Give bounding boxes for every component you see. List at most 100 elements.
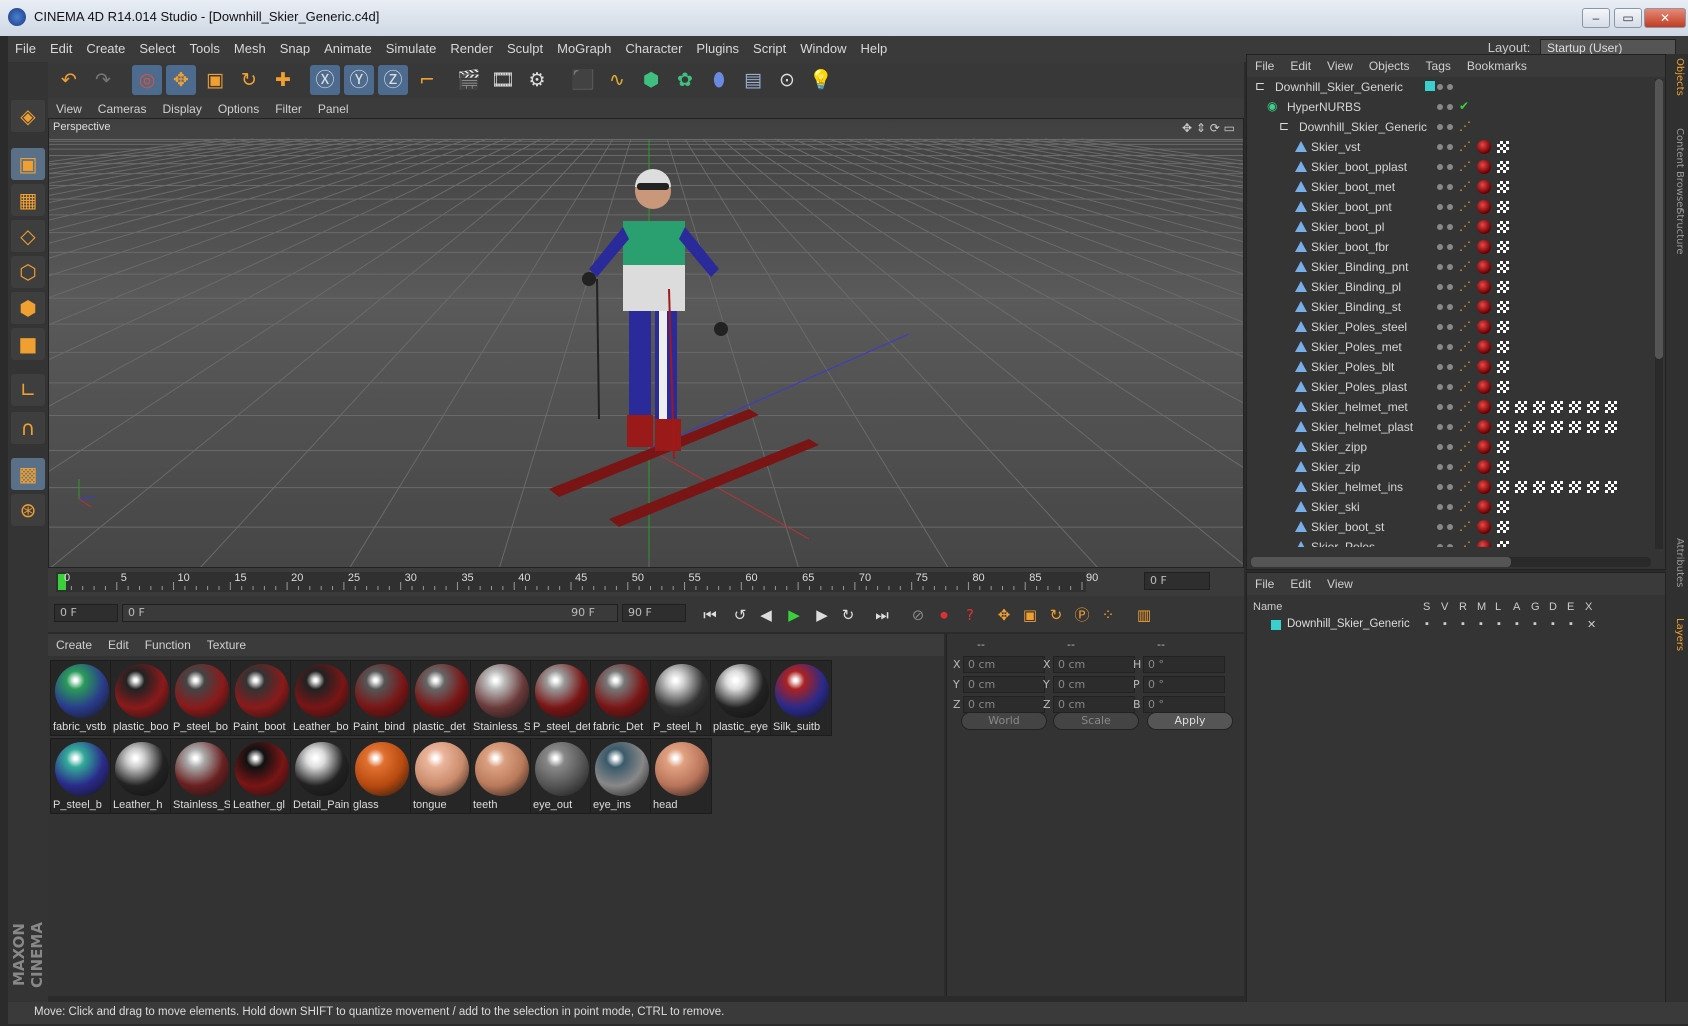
key-rotation-icon[interactable]: ↻ — [1044, 603, 1068, 627]
texture-tag-icon[interactable] — [1533, 481, 1545, 493]
texture-tag-icon[interactable] — [1515, 421, 1527, 433]
keyframe-selection-icon[interactable]: ? — [958, 603, 982, 627]
texture-tag-icon[interactable] — [1569, 421, 1581, 433]
object-row[interactable]: Skier_helmet_ins ⋰ — [1247, 477, 1657, 497]
material-swatch[interactable]: plastic_boo — [110, 660, 172, 736]
material-swatch[interactable]: fabric_Det — [590, 660, 652, 736]
texture-tag-icon[interactable] — [1497, 341, 1509, 353]
visibility-dot[interactable] — [1437, 104, 1443, 110]
material-swatch[interactable]: P_steel_bo — [170, 660, 232, 736]
goto-end-icon[interactable]: ⏭ — [870, 603, 894, 627]
visibility-dot[interactable] — [1437, 524, 1443, 530]
viewport-menu-panel[interactable]: Panel — [310, 98, 357, 120]
render-dot[interactable] — [1447, 524, 1453, 530]
visibility-dot[interactable] — [1437, 124, 1443, 130]
apply-button[interactable]: Apply — [1147, 712, 1233, 730]
next-key-icon[interactable]: ↻ — [836, 603, 860, 627]
texture-mode-icon[interactable]: ▦ — [11, 184, 45, 216]
menu-create[interactable]: Create — [79, 36, 132, 61]
visibility-dot[interactable] — [1437, 284, 1443, 290]
material-tag-icon[interactable] — [1477, 440, 1491, 454]
timeline-window-icon[interactable]: ▥ — [1132, 603, 1156, 627]
menu-render[interactable]: Render — [443, 36, 500, 61]
material-tag-icon[interactable] — [1477, 360, 1491, 374]
cube-primitive-icon[interactable]: ⬛ — [568, 65, 598, 95]
texture-tag-icon[interactable] — [1497, 201, 1509, 213]
render-dot[interactable] — [1447, 144, 1453, 150]
render-dot[interactable] — [1447, 164, 1453, 170]
menu-snap[interactable]: Snap — [273, 36, 317, 61]
texture-tag-icon[interactable] — [1497, 421, 1509, 433]
render-dot[interactable] — [1447, 544, 1453, 547]
edges-mode-icon[interactable]: ⬢ — [11, 292, 45, 324]
visibility-dot[interactable] — [1437, 264, 1443, 270]
coord-value-field[interactable]: 0 cm — [963, 656, 1045, 673]
y-axis-lock-icon[interactable]: Ⓨ — [344, 65, 374, 95]
visibility-dot[interactable] — [1437, 184, 1443, 190]
texture-tag-icon[interactable] — [1533, 401, 1545, 413]
texture-tag-icon[interactable] — [1515, 401, 1527, 413]
object-menu-edit[interactable]: Edit — [1282, 55, 1319, 77]
object-row[interactable]: Skier_boot_pl ⋰ — [1247, 217, 1657, 237]
texture-tag-icon[interactable] — [1605, 481, 1617, 493]
material-tag-icon[interactable] — [1477, 480, 1491, 494]
end-frame-field[interactable]: 90 F — [622, 604, 686, 622]
object-row[interactable]: Skier_Binding_pnt ⋰ — [1247, 257, 1657, 277]
material-menu-create[interactable]: Create — [48, 634, 100, 656]
visibility-dot[interactable] — [1437, 84, 1443, 90]
menu-sculpt[interactable]: Sculpt — [500, 36, 550, 61]
material-swatch[interactable]: tongue — [410, 738, 472, 814]
object-row[interactable]: Skier_zip ⋰ — [1247, 457, 1657, 477]
texture-tag-icon[interactable] — [1497, 541, 1509, 547]
texture-tag-icon[interactable] — [1551, 481, 1563, 493]
rotate-tool-icon[interactable]: ↻ — [234, 65, 264, 95]
layer-toggle-icon[interactable]: ▪ — [1551, 618, 1555, 630]
visibility-dot[interactable] — [1437, 544, 1443, 547]
menu-mograph[interactable]: MoGraph — [550, 36, 618, 61]
render-dot[interactable] — [1447, 464, 1453, 470]
key-position-icon[interactable]: ✥ — [992, 603, 1016, 627]
material-menu-texture[interactable]: Texture — [199, 634, 254, 656]
render-dot[interactable] — [1447, 304, 1453, 310]
texture-tag-icon[interactable] — [1497, 221, 1509, 233]
texture-tag-icon[interactable] — [1497, 141, 1509, 153]
texture-tag-icon[interactable] — [1569, 401, 1581, 413]
material-swatch[interactable]: P_steel_det — [530, 660, 592, 736]
viewport-nav-icons[interactable]: ✥ ⇕ ⟳ ▭ — [1182, 121, 1235, 135]
autokey-icon[interactable]: ⏺ — [932, 603, 956, 627]
texture-tag-icon[interactable] — [1497, 441, 1509, 453]
material-swatch[interactable]: glass — [350, 738, 412, 814]
visibility-dot[interactable] — [1437, 144, 1443, 150]
material-menu-function[interactable]: Function — [137, 634, 199, 656]
texture-tag-icon[interactable] — [1497, 161, 1509, 173]
recent-tool-icon[interactable]: ✚ — [268, 65, 298, 95]
scale-tool-icon[interactable]: ▣ — [200, 65, 230, 95]
menu-plugins[interactable]: Plugins — [689, 36, 746, 61]
layer-toggle-icon[interactable]: ▪ — [1425, 618, 1429, 630]
side-tab-content-browser[interactable]: Content Browser — [1669, 128, 1685, 211]
coord-value-field[interactable]: 0 cm — [963, 696, 1045, 713]
visibility-dot[interactable] — [1437, 504, 1443, 510]
menu-help[interactable]: Help — [854, 36, 895, 61]
object-row[interactable]: Skier_Binding_st ⋰ — [1247, 297, 1657, 317]
menu-tools[interactable]: Tools — [183, 36, 227, 61]
material-tag-icon[interactable] — [1477, 260, 1491, 274]
texture-tag-icon[interactable] — [1533, 421, 1545, 433]
key-parameter-icon[interactable]: Ⓟ — [1070, 603, 1094, 627]
material-swatch[interactable]: eye_ins — [590, 738, 652, 814]
texture-tag-icon[interactable] — [1497, 481, 1509, 493]
material-tag-icon[interactable] — [1477, 380, 1491, 394]
layer-toggle-icon[interactable]: ▪ — [1479, 618, 1483, 630]
material-swatch[interactable]: Stainless_S — [170, 738, 232, 814]
visibility-dot[interactable] — [1437, 244, 1443, 250]
material-tag-icon[interactable] — [1477, 320, 1491, 334]
polygons-mode-icon[interactable]: ■ — [11, 328, 45, 360]
layer-row[interactable]: Downhill_Skier_Generic ▪ ▪ ▪ ▪ ▪ ▪ ▪ ▪ ▪ ✕ — [1247, 617, 1665, 635]
floor-icon[interactable]: ▤ — [738, 65, 768, 95]
material-swatch[interactable]: Paint_bind — [350, 660, 412, 736]
next-frame-icon[interactable]: ▶ — [810, 603, 834, 627]
coord-value-field[interactable]: 0 cm — [963, 676, 1045, 693]
menu-simulate[interactable]: Simulate — [379, 36, 444, 61]
material-tag-icon[interactable] — [1477, 200, 1491, 214]
object-mode-icon[interactable]: ▣ — [11, 148, 45, 180]
